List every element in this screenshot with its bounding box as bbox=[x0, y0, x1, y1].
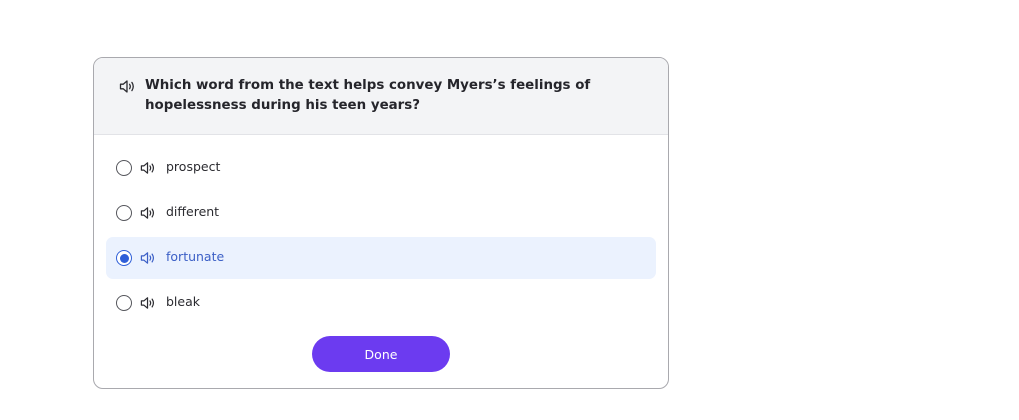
answer-options: prospect different fortunate bleak bbox=[106, 147, 656, 327]
speaker-icon[interactable] bbox=[140, 160, 156, 176]
radio-button-selected[interactable] bbox=[116, 250, 132, 266]
answer-option-different[interactable]: different bbox=[106, 192, 656, 234]
answer-option-fortunate[interactable]: fortunate bbox=[106, 237, 656, 279]
done-button[interactable]: Done bbox=[312, 336, 450, 372]
answer-option-prospect[interactable]: prospect bbox=[106, 147, 656, 189]
speaker-icon[interactable] bbox=[140, 295, 156, 311]
option-label: fortunate bbox=[166, 249, 225, 264]
radio-button[interactable] bbox=[116, 205, 132, 221]
speaker-icon[interactable] bbox=[140, 205, 156, 221]
option-label: different bbox=[166, 204, 220, 219]
speaker-icon[interactable] bbox=[119, 78, 136, 95]
question-card: Which word from the text helps convey My… bbox=[93, 57, 669, 389]
option-label: prospect bbox=[166, 159, 221, 174]
radio-button[interactable] bbox=[116, 160, 132, 176]
answer-option-bleak[interactable]: bleak bbox=[106, 282, 656, 324]
radio-button[interactable] bbox=[116, 295, 132, 311]
speaker-icon[interactable] bbox=[140, 250, 156, 266]
question-text: Which word from the text helps convey My… bbox=[145, 78, 591, 113]
option-label: bleak bbox=[166, 294, 200, 309]
question-header: Which word from the text helps convey My… bbox=[94, 58, 668, 135]
